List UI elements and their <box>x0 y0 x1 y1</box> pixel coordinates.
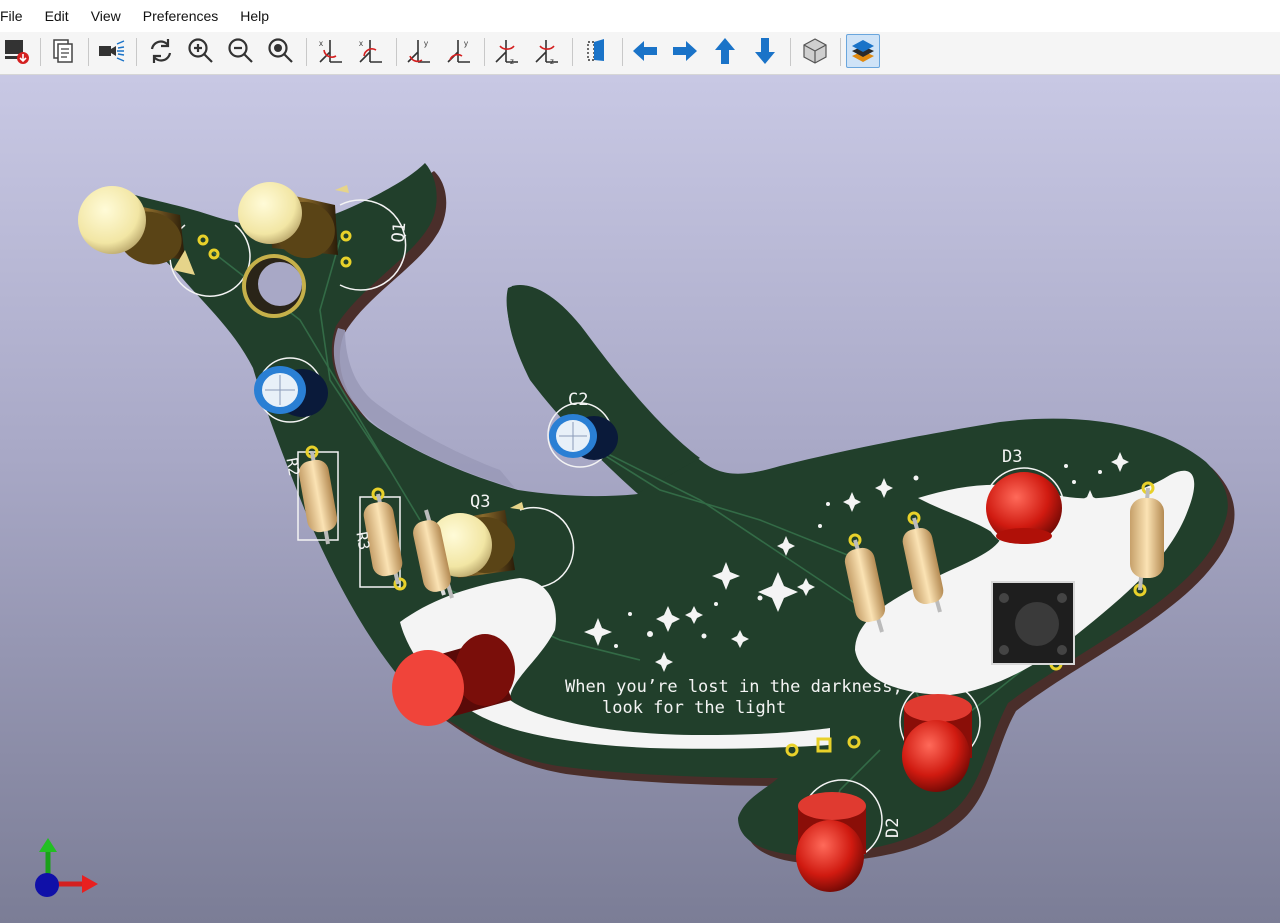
axis-orientation-gizmo <box>35 838 98 897</box>
menu-bar: File Edit View Preferences Help <box>0 0 1280 32</box>
move-right-icon[interactable] <box>668 34 702 68</box>
ref-label-c2: C2 <box>568 390 588 410</box>
led-d3 <box>986 472 1062 544</box>
zoom-fit-icon[interactable] <box>264 34 298 68</box>
reload-board-icon[interactable] <box>144 34 178 68</box>
push-button-sw1 <box>991 581 1075 665</box>
capacitor-c2 <box>549 414 618 460</box>
toolbar: x x y y z z <box>0 32 1280 75</box>
ref-label-q3: Q3 <box>470 492 490 512</box>
rotate-y-cw-icon[interactable]: y <box>402 34 436 68</box>
flip-board-icon[interactable] <box>580 34 614 68</box>
ref-label-d3: D3 <box>1002 447 1022 467</box>
raytracing-icon[interactable] <box>94 34 128 68</box>
led-d2 <box>796 792 866 892</box>
rotate-y-ccw-icon[interactable]: y <box>442 34 476 68</box>
zoom-out-icon[interactable] <box>224 34 258 68</box>
svg-text:z: z <box>510 57 514 66</box>
mounting-hole <box>242 254 306 318</box>
svg-text:y: y <box>464 39 468 48</box>
capacitor-c1 <box>254 366 328 417</box>
3d-viewport[interactable]: Q1 C2 Q3 D3 D1 D2 R2 R3 When you’re lost… <box>0 75 1280 923</box>
rotate-z-ccw-icon[interactable]: z <box>530 34 564 68</box>
ref-label-d1: D1 <box>908 673 928 693</box>
zoom-in-icon[interactable] <box>184 34 218 68</box>
board-message-line2: look for the light <box>602 698 786 718</box>
svg-text:z: z <box>550 57 554 66</box>
svg-text:x: x <box>359 39 363 48</box>
copy-to-clipboard-icon[interactable] <box>46 34 80 68</box>
export-image-icon[interactable] <box>0 34 34 68</box>
move-up-icon[interactable] <box>708 34 742 68</box>
menu-help[interactable]: Help <box>240 8 279 24</box>
rotate-x-ccw-icon[interactable]: x <box>354 34 388 68</box>
move-down-icon[interactable] <box>748 34 782 68</box>
led-d1 <box>902 694 972 792</box>
svg-text:y: y <box>424 39 428 48</box>
menu-view[interactable]: View <box>91 8 131 24</box>
ref-label-r3: R3 <box>352 530 373 551</box>
rotate-x-cw-icon[interactable]: x <box>314 34 348 68</box>
menu-preferences[interactable]: Preferences <box>143 8 228 24</box>
render-mode-icon[interactable] <box>846 34 880 68</box>
board-message-line1: When you’re lost in the darkness, <box>565 677 903 697</box>
rotate-z-cw-icon[interactable]: z <box>490 34 524 68</box>
ref-label-r2: R2 <box>282 456 303 477</box>
ref-label-q1: Q1 <box>388 221 410 243</box>
ortho-projection-icon[interactable] <box>798 34 832 68</box>
resistor-r7 <box>1130 487 1164 591</box>
menu-edit[interactable]: Edit <box>45 8 79 24</box>
menu-file[interactable]: File <box>0 8 33 24</box>
svg-text:x: x <box>319 39 323 48</box>
move-left-icon[interactable] <box>628 34 662 68</box>
ref-label-d2: D2 <box>883 818 903 838</box>
